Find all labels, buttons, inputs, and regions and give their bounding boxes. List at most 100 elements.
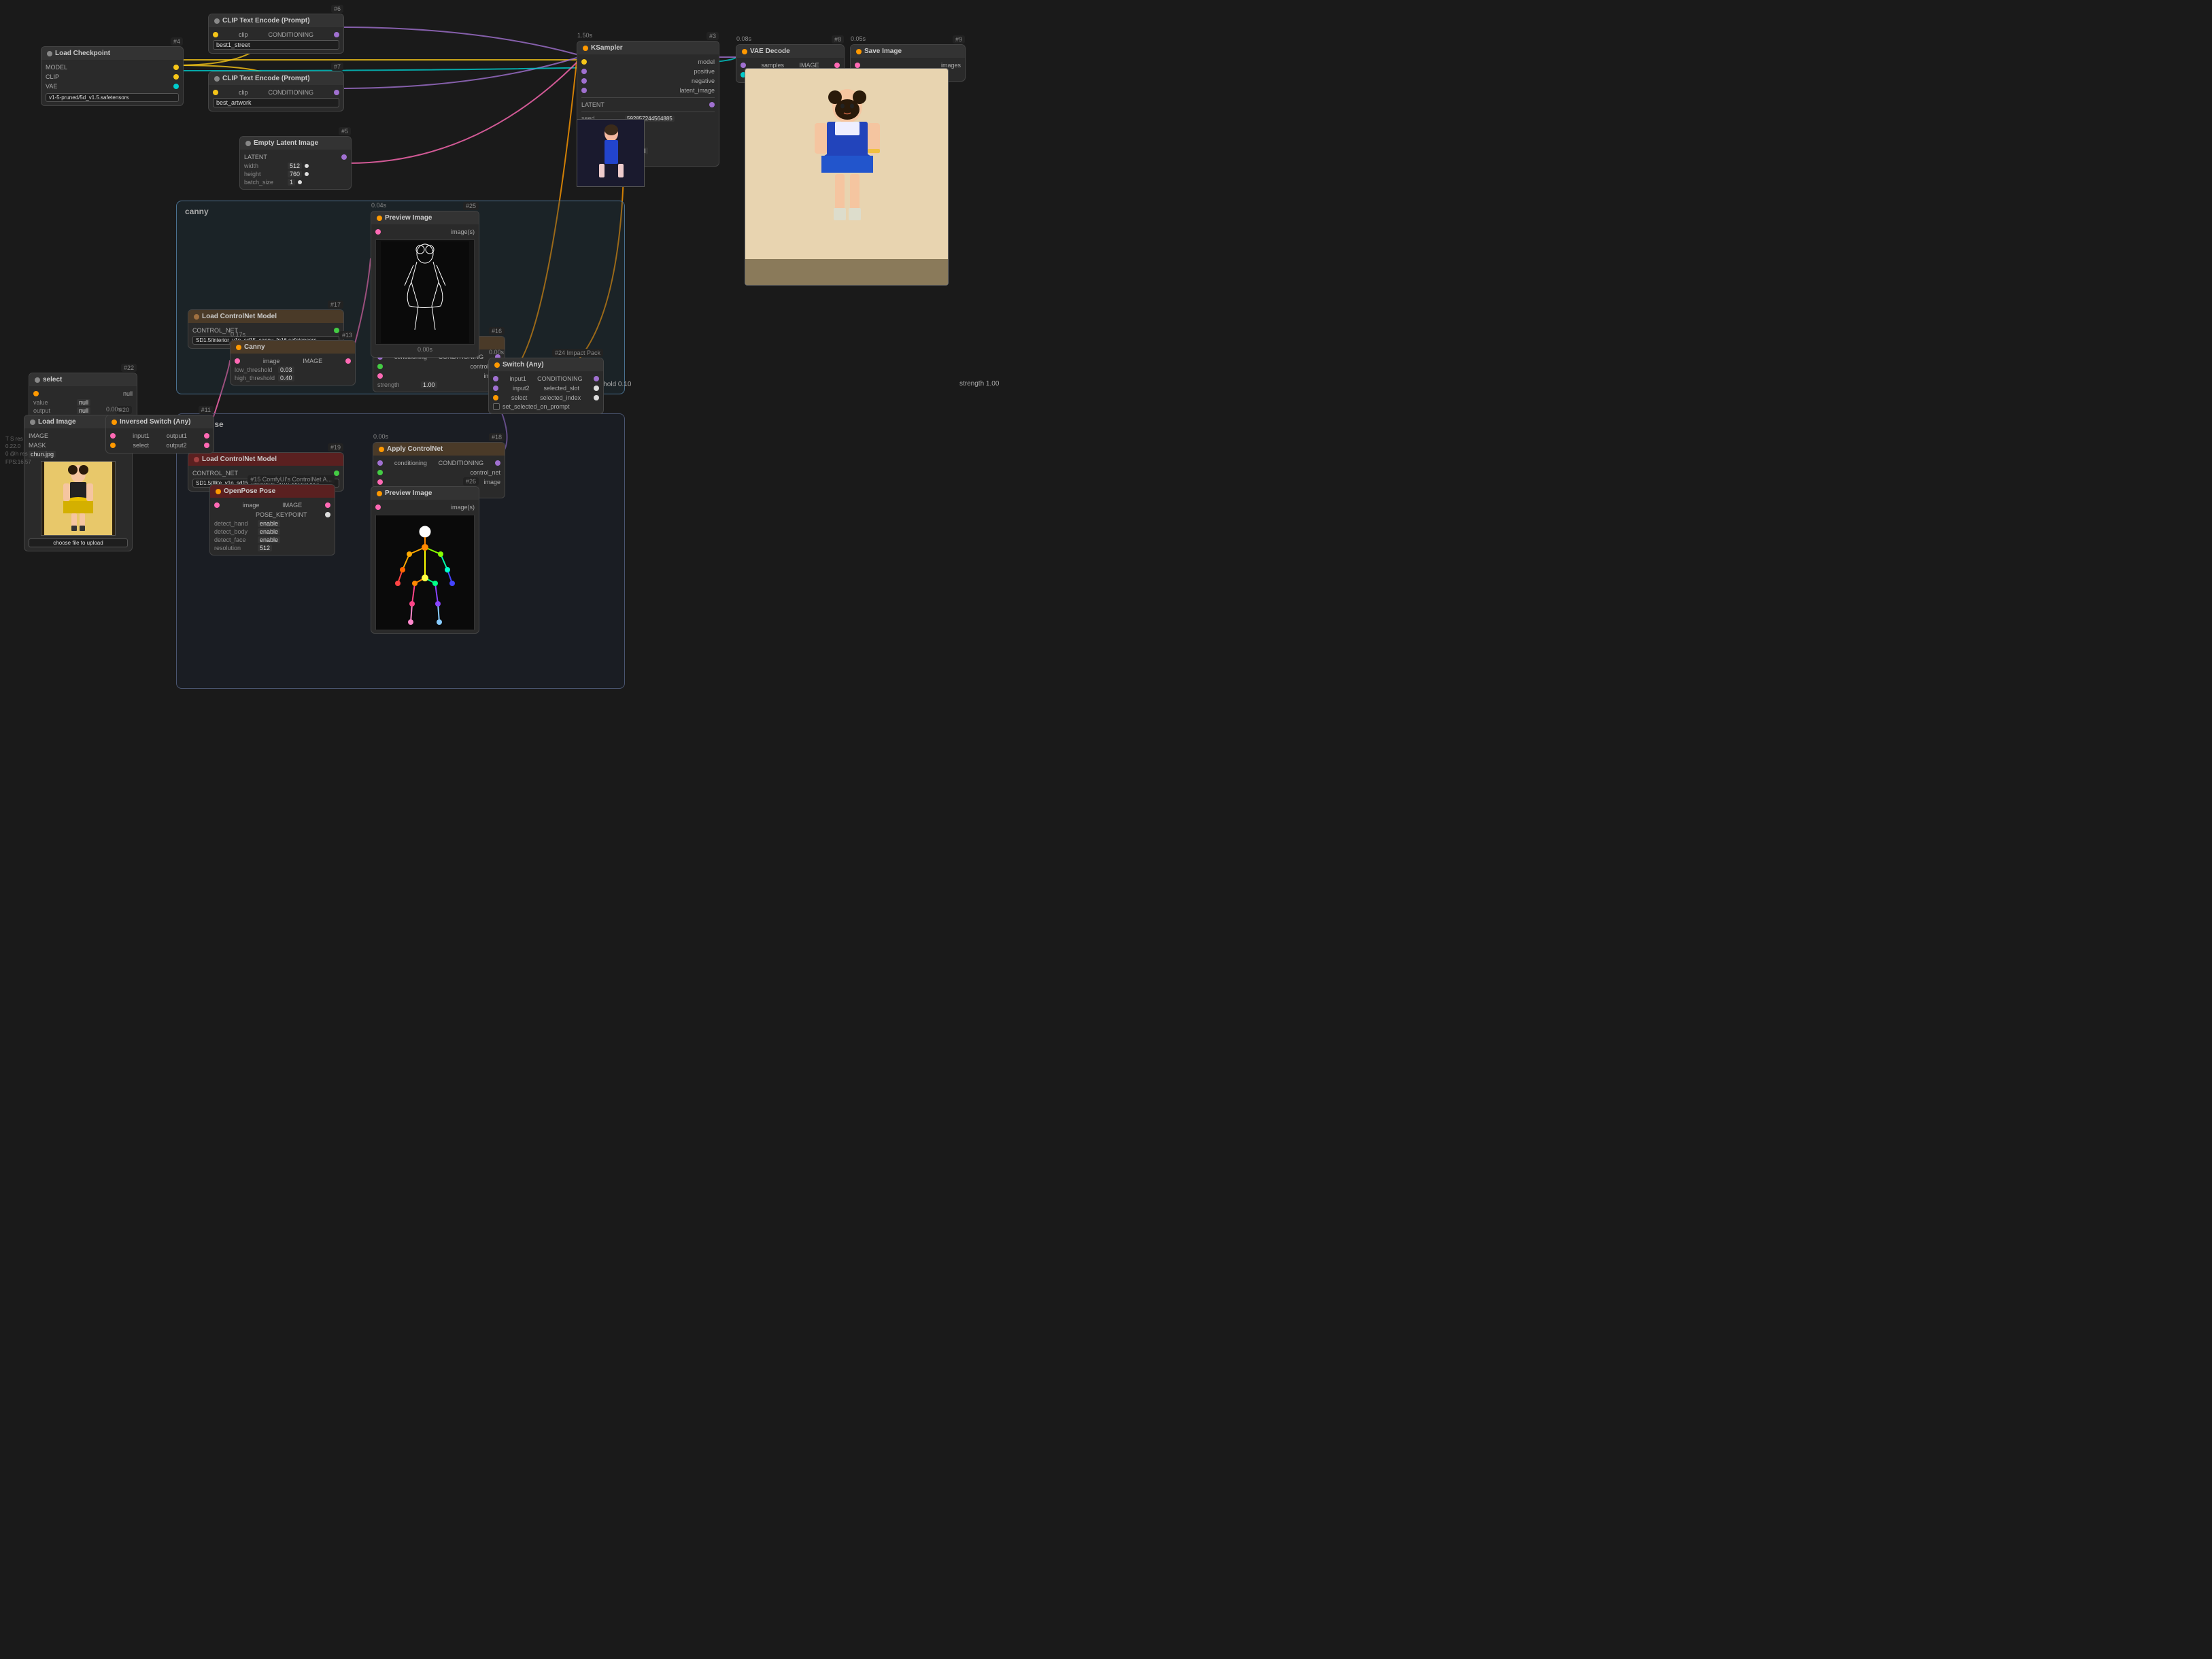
clip2-text-input[interactable]: best_artwork	[213, 98, 339, 107]
node-id-6: #6	[331, 5, 343, 13]
selected-idx-label: selected_index	[540, 394, 581, 401]
clip2-in-port	[213, 90, 218, 95]
low-threshold-val: 0.03	[278, 366, 294, 373]
select-2-port	[493, 395, 498, 400]
impact-switch-2-node: 0.00s #24 Impact Pack Switch (Any) input…	[488, 358, 604, 414]
value-val: null	[77, 399, 90, 406]
negative-port	[581, 78, 587, 84]
output-val: null	[77, 407, 90, 414]
value-label: value	[33, 399, 74, 406]
node-dot	[377, 491, 382, 496]
image-out-openpose-port	[325, 502, 330, 508]
pose-preview-image	[375, 515, 475, 630]
select-in-label: select	[133, 442, 149, 449]
clip1-text-input[interactable]: best1_street	[213, 40, 339, 50]
node-id-13: #13	[339, 331, 355, 339]
input1-2-label: input1	[509, 375, 526, 382]
clip-in-row: clip CONDITIONING	[213, 30, 339, 39]
negative-in-row: negative	[581, 76, 715, 86]
openpose-control-net-in-row: control_net	[377, 468, 500, 477]
openpose-image-label: image	[243, 502, 260, 509]
resolution-val: 512	[258, 545, 272, 551]
load-checkpoint-body: MODEL CLIP VAE v1-5-pruned/5d_v1.5.safet…	[41, 60, 183, 105]
node-dot	[216, 489, 221, 494]
empty-latent-node: #5 Empty Latent Image LATENT width 512 h…	[239, 136, 352, 190]
clip-encode-2-body: clip CONDITIONING best_artwork	[209, 85, 343, 111]
choose-file-input[interactable]: choose file to upload	[29, 538, 128, 547]
impact-switch-1-node: 0.00s #11 Inversed Switch (Any) input1 o…	[105, 415, 214, 454]
conditioning-2-out-port	[594, 376, 599, 381]
node-dot	[112, 420, 117, 425]
canny-preprocessor-node: 0.17s #13 Canny image IMAGE low_threshol…	[230, 340, 356, 386]
image-in-port2	[377, 373, 383, 379]
select-2-label: select	[511, 394, 528, 401]
impact-switch-title: Inversed Switch (Any)	[120, 418, 190, 426]
ksampler-title: KSampler	[591, 44, 623, 52]
canny-preview-svg	[381, 241, 469, 343]
height-row: height 760	[244, 170, 347, 178]
detect-face-label: detect_face	[214, 536, 255, 543]
preview-pose-header: Preview Image	[371, 487, 479, 500]
load-image-title: Load Image	[38, 418, 76, 426]
resolution-label: resolution	[214, 545, 255, 551]
image-out-port2	[345, 358, 351, 364]
openpose-cond-out-port	[495, 460, 500, 466]
load-image-svg	[44, 462, 112, 535]
detect-hand-row: detect_hand enable	[214, 519, 330, 528]
clip-in-label: clip	[239, 31, 248, 38]
node-dot	[379, 447, 384, 452]
openpose-cond-out-label: CONDITIONING	[439, 460, 484, 466]
openpose-node: #15 ComfyUI's ControlNet A... OpenPose P…	[209, 484, 335, 555]
width-label: width	[244, 163, 285, 169]
low-threshold-row: low_threshold 0.03	[235, 366, 351, 374]
ckpt-name-input[interactable]: v1-5-pruned/5d_v1.5.safetensors	[46, 93, 179, 102]
set-selected-checkbox[interactable]	[493, 403, 500, 410]
set-selected-label: set_selected_on_prompt	[503, 403, 570, 410]
ksampler-preview-thumb	[577, 119, 645, 187]
input1-row: input1 output1	[110, 431, 209, 441]
node-dot	[194, 457, 199, 462]
selected-idx-port	[594, 395, 599, 400]
openpose-image-in-row: image IMAGE	[214, 500, 330, 510]
info-line-1: T S res	[5, 435, 31, 443]
openpose-cn-in-port	[377, 470, 383, 475]
node-dot	[30, 420, 35, 425]
clip-encode-2-node: #7 CLIP Text Encode (Prompt) clip CONDIT…	[208, 71, 344, 112]
node-dot	[214, 18, 220, 24]
detect-body-val: enable	[258, 528, 280, 535]
openpose-img-in-port	[377, 479, 383, 485]
pose-image-in-row: image(s)	[375, 502, 475, 512]
latent-out-row: LATENT	[244, 152, 347, 162]
clip-encode-1-node: #6 CLIP Text Encode (Prompt) clip CONDIT…	[208, 14, 344, 54]
control-net-out-row: CONTROL_NET	[192, 326, 339, 335]
apply-openpose-header: Apply ControlNet	[373, 443, 505, 456]
apply-openpose-time: 0.00s	[373, 433, 388, 440]
clip-port	[173, 74, 179, 80]
detect-body-row: detect_body enable	[214, 528, 330, 536]
canny-title: Canny	[244, 343, 265, 351]
batch-val: 1	[288, 179, 295, 186]
image-out-port	[834, 63, 840, 68]
detect-body-label: detect_body	[214, 528, 255, 535]
model-in-row: model	[581, 57, 715, 67]
openpose-header: OpenPose Pose	[210, 485, 335, 498]
canny-controlnet-title: Load ControlNet Model	[202, 313, 277, 320]
images-port	[855, 63, 860, 68]
node-id-15-label: #15 ComfyUI's ControlNet A...	[248, 475, 335, 483]
node-id-16: #16	[489, 327, 505, 335]
openpose-body: image IMAGE POSE_KEYPOINT detect_hand en…	[210, 498, 335, 555]
image-in-row: image IMAGE	[235, 356, 351, 366]
openpose-control-net-port	[334, 471, 339, 476]
node-id-26: #26	[463, 477, 479, 485]
strength-canny-label: strength 1.00	[959, 380, 999, 388]
high-threshold-val: 0.40	[278, 375, 294, 381]
node-dot	[377, 216, 382, 221]
node-id-8: #8	[832, 35, 844, 44]
input1-2-row: input1 CONDITIONING	[493, 374, 599, 383]
negative-label: negative	[692, 78, 715, 84]
node-id-3: #3	[707, 32, 719, 40]
resolution-row: resolution 512	[214, 544, 330, 552]
output2-label: output2	[166, 442, 186, 449]
node-id-25: #25	[463, 202, 479, 210]
conditioning-out-port	[334, 32, 339, 37]
